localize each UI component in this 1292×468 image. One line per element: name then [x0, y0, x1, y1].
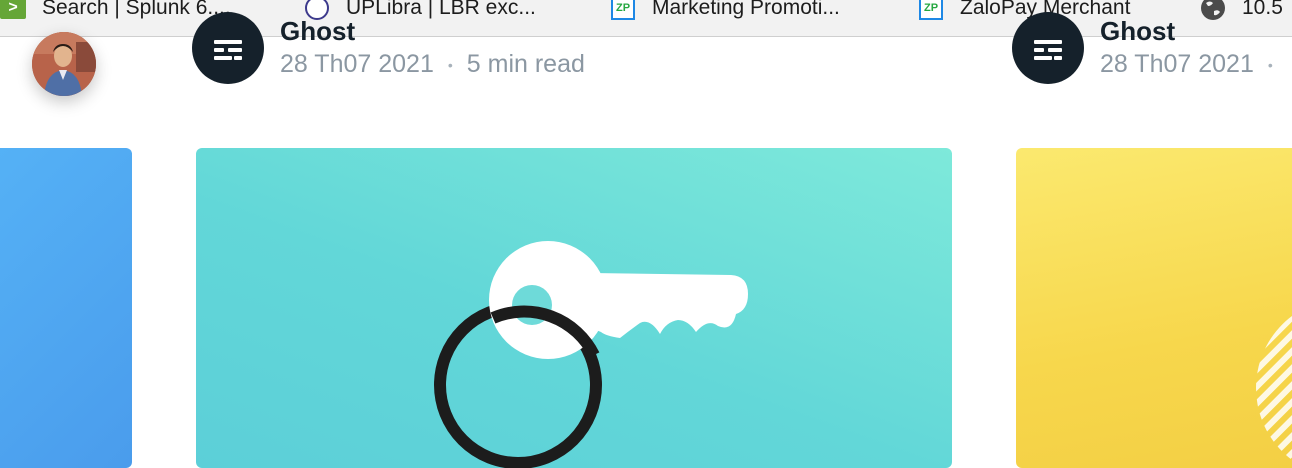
bookmark-label: Marketing Promoti... [652, 0, 840, 19]
post-read-time: 5 min read [466, 50, 585, 78]
bookmark-label: Search | Splunk 6.... [42, 0, 231, 19]
post-date: 28 Th07 2021 [280, 50, 434, 78]
globe-icon [1200, 0, 1226, 21]
bookmark-zalopay-merchant[interactable]: ZP ZaloPay Merchant [918, 0, 1130, 20]
key-illustration [434, 241, 748, 468]
bookmark-label: 10.5 [1242, 0, 1283, 19]
bookmark-splunk-search[interactable]: > Search | Splunk 6.... [0, 0, 231, 20]
post-author-name[interactable]: Ghost [1100, 16, 1175, 47]
zalopay-favicon-icon: ZP [610, 0, 636, 21]
post-date: 28 Th07 2021 [1100, 50, 1254, 78]
bookmark-ip-address[interactable]: 10.5 [1200, 0, 1283, 20]
user-avatar[interactable] [32, 32, 96, 96]
meta-separator: • [1267, 56, 1273, 73]
post-meta: 28 Th07 2021 • [1100, 50, 1287, 79]
post-author-name[interactable]: Ghost [280, 16, 355, 47]
avatar-photo [32, 32, 96, 96]
bookmark-marketing-promotion[interactable]: ZP Marketing Promoti... [610, 0, 840, 20]
post-feature-image-yellow[interactable] [1016, 148, 1292, 468]
bookmarks-bar: > Search | Splunk 6.... UPLibra | LBR ex… [0, 0, 1292, 37]
striped-circle-decoration [1256, 298, 1292, 468]
ghost-author-icon[interactable] [192, 12, 264, 84]
post-feature-image-blue[interactable] [0, 148, 132, 468]
post-feature-image-key[interactable] [196, 148, 952, 468]
bookmark-label: UPLibra | LBR exc... [346, 0, 536, 19]
splunk-favicon-icon: > [0, 0, 26, 21]
zalopay-favicon-icon: ZP [918, 0, 944, 21]
post-meta: 28 Th07 2021 • 5 min read [280, 50, 585, 79]
meta-separator: • [447, 56, 453, 73]
ghost-author-icon[interactable] [1012, 12, 1084, 84]
